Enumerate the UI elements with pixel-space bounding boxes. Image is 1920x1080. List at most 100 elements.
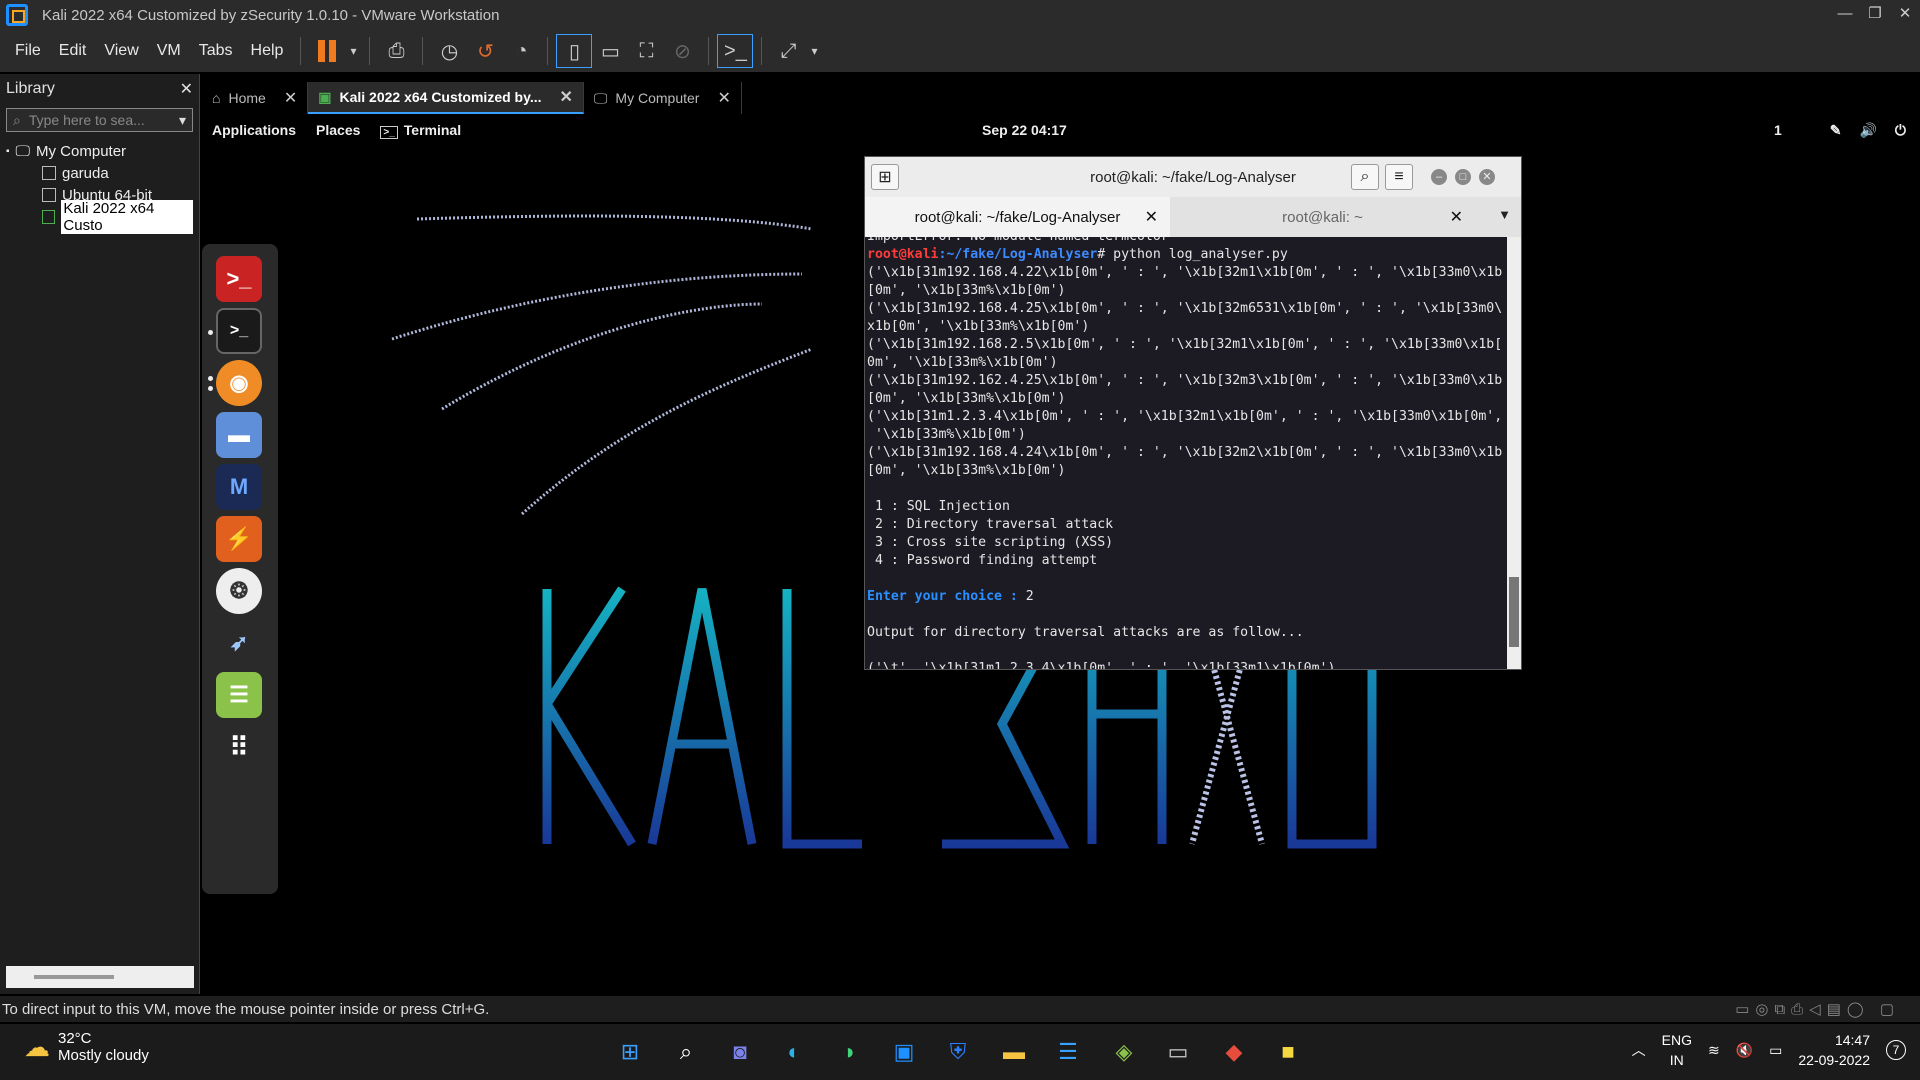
defender-icon[interactable]: ⛨ xyxy=(940,1034,976,1070)
git-icon[interactable]: ◆ xyxy=(1216,1034,1252,1070)
terminal-output[interactable]: ImportError: No module named termcolor r… xyxy=(865,237,1505,669)
library-horizontal-scrollbar[interactable] xyxy=(6,966,194,988)
menu-file[interactable]: File xyxy=(6,42,50,60)
battery-icon[interactable]: ▭ xyxy=(1769,1042,1782,1059)
show-apps-icon[interactable]: ⠿ xyxy=(216,724,262,770)
edge-dev-icon[interactable]: ◑ xyxy=(830,1034,866,1070)
console-view-icon[interactable]: >_ xyxy=(717,34,754,68)
terminal-output-line: ('\x1b[31m192.168.4.24\x1b[0m', ' : ', '… xyxy=(867,445,1503,460)
library-item-garuda[interactable]: garuda xyxy=(6,162,193,184)
vmware-icon[interactable]: ▣ xyxy=(886,1034,922,1070)
terminal-scrollbar[interactable] xyxy=(1507,237,1521,669)
panel-clock[interactable]: Sep 22 04:17 xyxy=(982,122,1067,138)
notification-badge[interactable]: 7 xyxy=(1886,1040,1906,1060)
edge-icon[interactable]: ◐ xyxy=(776,1034,812,1070)
kali-desktop[interactable]: Applications Places >_ Terminal Sep 22 04… xyxy=(202,116,1916,994)
chevron-up-icon[interactable]: ︿ xyxy=(1632,1040,1646,1060)
show-library-icon[interactable]: ▯ xyxy=(556,34,593,68)
teams-chat-icon[interactable]: ◙ xyxy=(722,1034,758,1070)
weather-widget[interactable]: ☁ 32°C Mostly cloudy xyxy=(24,1030,149,1064)
minimize-icon[interactable]: – xyxy=(1431,169,1447,185)
text-editor-icon[interactable]: ☰ xyxy=(216,672,262,718)
home-icon: ⌂ xyxy=(212,90,221,106)
menu-tabs[interactable]: Tabs xyxy=(190,42,242,60)
notepad-icon[interactable]: ☰ xyxy=(1050,1034,1086,1070)
snapshot-icon[interactable]: ◷ xyxy=(431,34,467,68)
system-tray: ︿ ENG IN ≋ 🔇 ▭ 14:47 22-09-2022 7 xyxy=(1632,1030,1906,1070)
terminal-tab-log-analyser[interactable]: root@kali: ~/fake/Log-Analyser ✕ xyxy=(865,197,1170,237)
revert-snapshot-icon[interactable]: ↺ xyxy=(467,34,503,68)
mute-icon[interactable]: 🔇 xyxy=(1736,1042,1753,1059)
burpsuite-icon[interactable]: ⚡ xyxy=(216,516,262,562)
full-screen-icon[interactable]: ⛶ xyxy=(628,34,664,68)
file-explorer-icon[interactable]: ▬ xyxy=(996,1034,1032,1070)
terminal-output-line: ('\x1b[31m192.168.2.5\x1b[0m', ' : ', '\… xyxy=(867,337,1503,352)
library-close-icon[interactable]: ✕ xyxy=(180,79,193,99)
start-icon[interactable]: ⊞ xyxy=(612,1034,648,1070)
sticky-notes-icon[interactable]: ■ xyxy=(1270,1034,1306,1070)
pen-icon[interactable]: ✎ xyxy=(1830,122,1842,139)
menu-help[interactable]: Help xyxy=(242,42,293,60)
chevron-down-icon[interactable]: ▾ xyxy=(179,112,186,129)
close-icon[interactable]: ✕ xyxy=(560,87,573,107)
library-title: Library xyxy=(6,80,55,97)
library-search-input[interactable]: ⌕ Type here to sea... ▾ xyxy=(6,108,193,132)
pause-vm-button[interactable] xyxy=(309,34,345,68)
tab-home[interactable]: ⌂ Home ✕ xyxy=(202,82,309,114)
root-terminal-icon[interactable]: >_ xyxy=(216,256,262,302)
close-button[interactable]: ✕ xyxy=(1890,0,1920,30)
beef-icon[interactable]: ➶ xyxy=(216,620,262,666)
terminal-icon[interactable]: ▭ xyxy=(1160,1034,1196,1070)
menu-vm[interactable]: VM xyxy=(148,42,190,60)
terminal-app-menu[interactable]: >_ Terminal xyxy=(370,122,471,139)
terminal-window[interactable]: ⊞ root@kali: ~/fake/Log-Analyser ⌕ ≡ – □… xyxy=(864,156,1522,670)
unity-icon[interactable]: ⊘ xyxy=(664,34,700,68)
maximize-icon[interactable]: □ xyxy=(1455,169,1471,185)
close-icon[interactable]: ✕ xyxy=(1479,169,1495,185)
menu-view[interactable]: View xyxy=(95,42,147,60)
close-tab-icon[interactable]: ✕ xyxy=(1145,207,1158,227)
send-ctrl-alt-del-icon[interactable]: ⎙ xyxy=(378,34,414,68)
running-indicator xyxy=(208,376,213,381)
close-icon[interactable]: ✕ xyxy=(717,88,730,108)
library-root-my-computer[interactable]: ▪ 🖵 My Computer xyxy=(6,140,193,162)
wifi-icon[interactable]: ≋ xyxy=(1708,1042,1720,1059)
terminal-menu-option: 2 : Directory traversal attack xyxy=(867,517,1114,532)
power-icon[interactable]: ⏻ xyxy=(1895,122,1906,139)
applications-menu[interactable]: Applications xyxy=(202,122,306,138)
tab-kali[interactable]: ▣ Kali 2022 x64 Customized by... ✕ xyxy=(308,82,584,114)
language-indicator[interactable]: ENG IN xyxy=(1662,1030,1692,1070)
terminal-tab-root[interactable]: root@kali: ~ ✕ xyxy=(1170,197,1475,237)
terminal-output-line: [0m', '\x1b[33m%\x1b[0m') xyxy=(867,463,1066,478)
windows-taskbar: ☁ 32°C Mostly cloudy ⊞ ⌕ ◙ ◐ ◑ ▣ ⛨ ▬ ☰ ◈… xyxy=(0,1024,1920,1080)
python-icon[interactable]: ◈ xyxy=(1106,1034,1142,1070)
show-thumbnails-icon[interactable]: ▭ xyxy=(592,34,628,68)
close-icon[interactable]: ✕ xyxy=(284,88,297,108)
terminal-icon[interactable]: >_ xyxy=(216,308,262,354)
snapshot-manager-icon[interactable]: ◔ xyxy=(503,34,539,68)
tab-list-chevron-icon[interactable]: ▼ xyxy=(1498,207,1511,222)
search-button[interactable]: ⌕ xyxy=(1351,164,1379,190)
maltego-icon[interactable]: ❂ xyxy=(216,568,262,614)
hamburger-menu-button[interactable]: ≡ xyxy=(1385,164,1413,190)
volume-icon[interactable]: 🔊 xyxy=(1859,122,1876,139)
places-menu[interactable]: Places xyxy=(306,122,370,138)
stretch-dropdown-icon[interactable]: ▾ xyxy=(806,34,822,68)
library-item-kali[interactable]: Kali 2022 x64 Custo xyxy=(6,200,193,234)
menu-edit[interactable]: Edit xyxy=(50,42,96,60)
device-tray-icons[interactable]: ▭◎⧉⎙◁▤◯ ▢ xyxy=(1735,1000,1900,1018)
close-tab-icon[interactable]: ✕ xyxy=(1450,207,1463,227)
restore-button[interactable]: ❐ xyxy=(1860,0,1890,30)
stretch-guest-icon[interactable]: ⤢ xyxy=(770,34,806,68)
terminal-menu-option: 1 : SQL Injection xyxy=(867,499,1010,514)
workspace-indicator[interactable]: 1 xyxy=(1774,122,1782,138)
power-dropdown-icon[interactable]: ▾ xyxy=(345,34,361,68)
firefox-icon[interactable]: ◉ xyxy=(216,360,262,406)
metasploit-icon[interactable]: M xyxy=(216,464,262,510)
expand-icon[interactable]: ▪ xyxy=(6,146,10,157)
tab-my-computer[interactable]: 🖵 My Computer ✕ xyxy=(584,82,742,114)
files-icon[interactable]: ▬ xyxy=(216,412,262,458)
minimize-button[interactable]: — xyxy=(1830,0,1860,30)
search-icon[interactable]: ⌕ xyxy=(668,1034,704,1070)
taskbar-clock[interactable]: 14:47 22-09-2022 xyxy=(1798,1030,1870,1070)
